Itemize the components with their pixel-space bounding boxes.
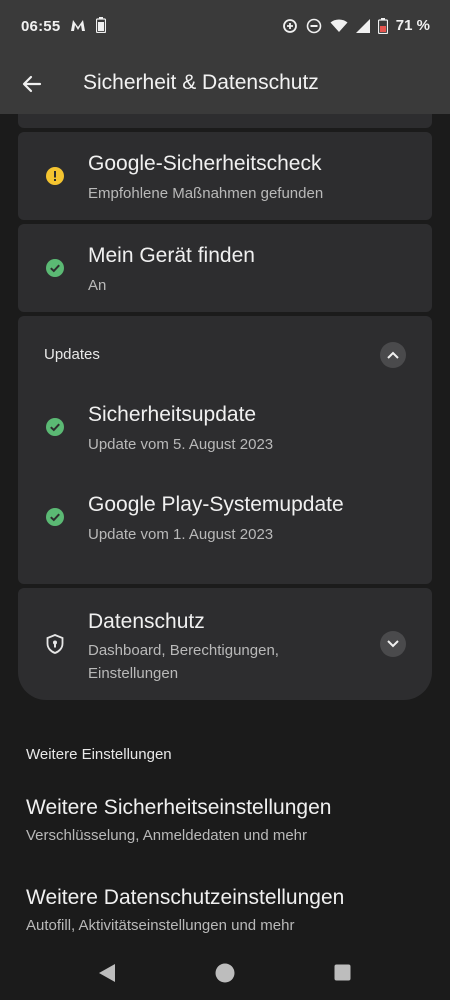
check-circle-icon xyxy=(46,508,64,526)
play-system-update-subtitle: Update vom 1. August 2023 xyxy=(88,526,274,543)
security-check-row[interactable]: Google-Sicherheitscheck Empfohlene Maßna… xyxy=(18,132,432,220)
more-security-settings-subtitle: Verschlüsselung, Anmeldedaten und mehr xyxy=(26,827,308,844)
more-privacy-settings-item[interactable]: Weitere Datenschutzeinstellungen Autofil… xyxy=(26,886,426,934)
do-not-disturb-icon xyxy=(306,18,322,33)
privacy-subtitle-line2: Einstellungen xyxy=(88,665,179,682)
more-privacy-settings-title: Weitere Datenschutzeinstellungen xyxy=(26,886,345,909)
more-privacy-settings-subtitle: Autofill, Aktivitätseinstellungen und me… xyxy=(26,917,295,934)
app-bar: Sicherheit & Datenschutz xyxy=(0,54,450,114)
privacy-title: Datenschutz xyxy=(88,610,205,633)
system-nav-bar xyxy=(0,945,450,1000)
back-arrow-icon xyxy=(22,75,42,93)
more-settings-header: Weitere Einstellungen xyxy=(26,746,172,763)
security-check-title: Google-Sicherheitscheck xyxy=(88,152,322,175)
back-triangle-icon xyxy=(99,963,115,982)
shield-lock-icon xyxy=(46,634,64,654)
expand-privacy-button[interactable] xyxy=(380,631,406,657)
status-right-icons: 71 % xyxy=(282,17,430,34)
nav-back-button[interactable] xyxy=(87,945,127,1000)
security-update-title: Sicherheitsupdate xyxy=(88,403,257,426)
security-check-subtitle: Empfohlene Maßnahmen gefunden xyxy=(88,185,324,202)
privacy-row[interactable]: Datenschutz Dashboard, Berechtigungen, E… xyxy=(18,588,432,700)
play-system-update-title: Google Play-Systemupdate xyxy=(88,493,344,516)
find-my-device-row[interactable]: Mein Gerät finden An xyxy=(18,224,432,312)
check-circle-icon xyxy=(46,418,64,436)
updates-header: Updates xyxy=(44,346,100,363)
updates-card: Updates Sicherheitsupdate Update vom 5. … xyxy=(18,316,432,584)
status-time: 06:55 xyxy=(21,18,61,35)
battery-saver-icon xyxy=(96,17,106,33)
play-system-update-row[interactable]: Google Play-Systemupdate Update vom 1. A… xyxy=(18,476,432,558)
security-update-row[interactable]: Sicherheitsupdate Update vom 5. August 2… xyxy=(18,386,432,468)
security-update-subtitle: Update vom 5. August 2023 xyxy=(88,436,274,453)
collapse-updates-button[interactable] xyxy=(380,342,406,368)
home-circle-icon xyxy=(215,963,235,982)
warning-icon xyxy=(46,167,64,185)
data-saver-icon xyxy=(282,18,297,33)
back-button[interactable] xyxy=(14,66,50,102)
find-my-device-subtitle: An xyxy=(88,277,107,294)
check-circle-icon xyxy=(46,259,64,277)
chevron-up-icon xyxy=(387,351,399,359)
privacy-subtitle-line1: Dashboard, Berechtigungen, xyxy=(88,642,279,659)
status-left-icons xyxy=(70,17,106,33)
nav-home-button[interactable] xyxy=(205,945,245,1000)
page-title: Sicherheit & Datenschutz xyxy=(83,71,319,94)
m-notification-icon xyxy=(71,20,85,31)
card-top-edge xyxy=(18,114,432,128)
more-security-settings-title: Weitere Sicherheitseinstellungen xyxy=(26,796,332,819)
recents-square-icon xyxy=(334,964,350,981)
nav-recents-button[interactable] xyxy=(322,945,362,1000)
battery-icon xyxy=(377,17,388,34)
find-my-device-title: Mein Gerät finden xyxy=(88,244,255,267)
chevron-down-icon xyxy=(387,640,399,648)
wifi-icon xyxy=(330,19,348,32)
status-bar: 06:55 71 % xyxy=(0,0,450,54)
battery-percent: 71 % xyxy=(395,17,430,34)
more-security-settings-item[interactable]: Weitere Sicherheitseinstellungen Verschl… xyxy=(26,796,426,844)
signal-icon xyxy=(355,18,370,33)
